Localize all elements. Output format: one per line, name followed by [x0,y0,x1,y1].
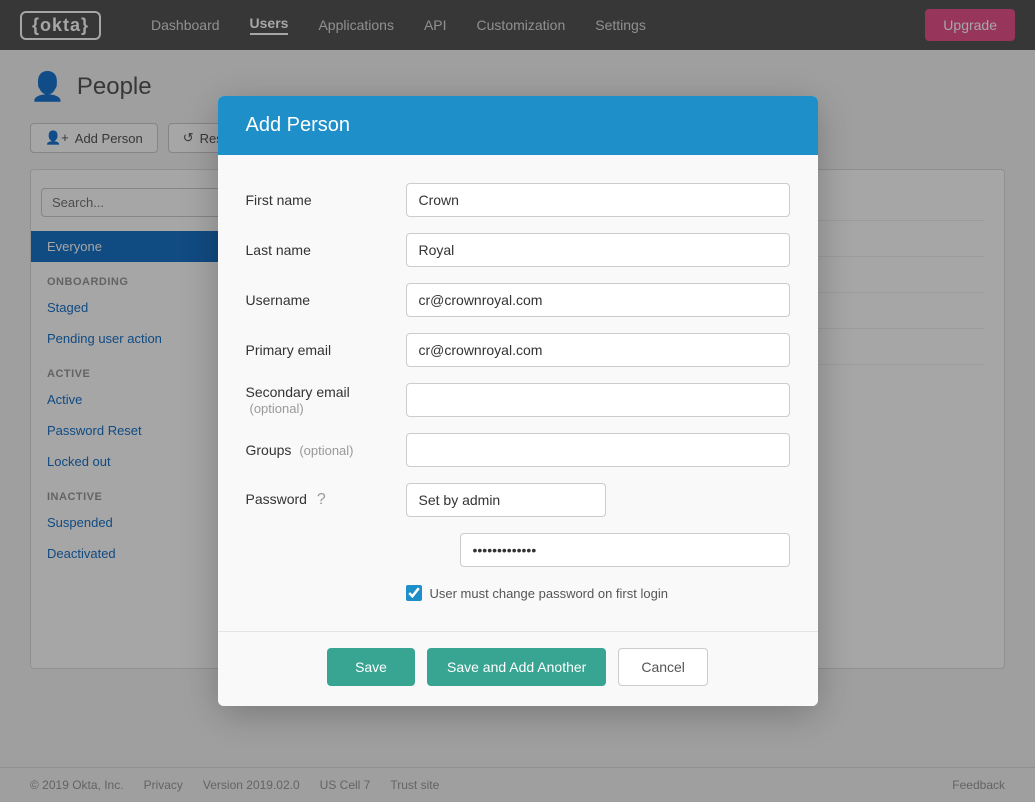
groups-label: Groups (optional) [246,442,406,458]
change-password-label: User must change password on first login [430,586,668,601]
secondary-email-row: Secondary email (optional) [246,383,790,417]
password-select-wrapper: Set by admin Set by user [406,483,790,517]
username-row: Username [246,283,790,317]
secondary-email-label: Secondary email (optional) [246,384,406,416]
modal-title: Add Person [246,114,790,137]
password-input[interactable] [460,533,790,567]
cancel-button[interactable]: Cancel [618,648,708,686]
password-input-row [246,533,790,567]
last-name-row: Last name [246,233,790,267]
first-name-row: First name [246,183,790,217]
modal-overlay: Add Person First name Last name Username… [0,0,1035,802]
save-button[interactable]: Save [327,648,415,686]
groups-row: Groups (optional) [246,433,790,467]
change-password-checkbox[interactable] [406,585,422,601]
modal-footer: Save Save and Add Another Cancel [218,631,818,706]
first-name-input[interactable] [406,183,790,217]
primary-email-label: Primary email [246,342,406,358]
username-input[interactable] [406,283,790,317]
password-help-icon[interactable]: ? [317,491,326,508]
last-name-input[interactable] [406,233,790,267]
save-and-add-button[interactable]: Save and Add Another [427,648,606,686]
username-label: Username [246,292,406,308]
modal-body: First name Last name Username Primary em… [218,155,818,631]
groups-optional: (optional) [299,443,353,458]
password-row: Password ? Set by admin Set by user [246,483,790,517]
last-name-label: Last name [246,242,406,258]
add-person-modal: Add Person First name Last name Username… [218,96,818,706]
primary-email-row: Primary email [246,333,790,367]
groups-input[interactable] [406,433,790,467]
secondary-email-optional: (optional) [250,401,304,416]
password-label: Password ? [246,491,406,509]
first-name-label: First name [246,192,406,208]
checkbox-row: User must change password on first login [246,579,790,611]
password-type-select[interactable]: Set by admin Set by user [406,483,606,517]
primary-email-input[interactable] [406,333,790,367]
secondary-email-input[interactable] [406,383,790,417]
modal-header: Add Person [218,96,818,155]
